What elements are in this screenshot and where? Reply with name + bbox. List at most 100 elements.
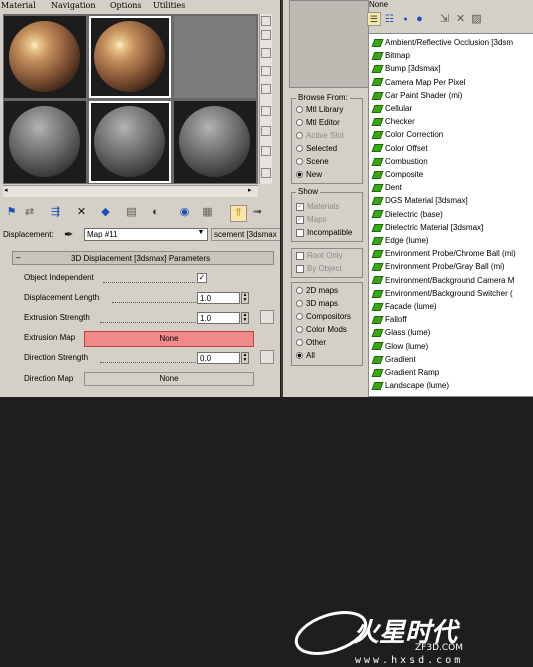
chevron-down-icon[interactable]: ▼ — [196, 229, 206, 239]
scroll-right-icon[interactable]: ▸ — [248, 187, 256, 195]
make-preview-button[interactable] — [261, 106, 271, 116]
view-list-icon[interactable]: ☰ — [367, 12, 381, 26]
list-item[interactable]: Environment/Background Switcher ( — [371, 287, 513, 300]
extrusion-strength-field[interactable]: 1.0 — [197, 312, 240, 324]
menu-utilities[interactable]: Utilities — [153, 1, 185, 10]
list-item[interactable]: Falloff — [371, 313, 407, 326]
background-button[interactable] — [261, 48, 271, 58]
browse-new-radio[interactable]: New — [296, 170, 322, 179]
list-item[interactable]: Facade (lume) — [371, 300, 437, 313]
delete-from-library-icon[interactable]: ✕ — [453, 12, 468, 27]
list-item[interactable]: Landscape (lume) — [371, 379, 449, 392]
direction-strength-field[interactable]: 0.0 — [197, 352, 240, 364]
backlight-button[interactable] — [261, 30, 271, 40]
eyedropper-icon[interactable]: ✒ — [64, 228, 73, 241]
list-item[interactable]: Environment Probe/Chrome Ball (mi) — [371, 247, 516, 260]
list-item[interactable]: Glow (lume) — [371, 340, 428, 353]
update-scene-icon[interactable]: ⇲ — [437, 12, 452, 27]
list-item[interactable]: Gradient — [371, 353, 416, 366]
filter-all-radio[interactable]: All — [296, 351, 315, 360]
list-item[interactable]: Color Offset — [371, 142, 428, 155]
list-item[interactable]: Ambient/Reflective Occlusion [3dsm — [371, 36, 513, 49]
direction-strength-map-button[interactable] — [260, 350, 274, 364]
list-item[interactable]: Gradient Ramp — [371, 366, 439, 379]
select-by-material-button[interactable] — [261, 146, 271, 156]
list-item[interactable]: Camera Map Per Pixel — [371, 76, 465, 89]
filter-compositors-radio[interactable]: Compositors — [296, 312, 351, 321]
sample-slot-1[interactable] — [4, 16, 86, 98]
slot-scrollbar[interactable]: ◂ ▸ — [3, 185, 258, 197]
show-map-icon[interactable]: ◉ — [177, 205, 192, 220]
sample-sphere — [179, 106, 250, 177]
material-navigator-button[interactable] — [261, 168, 271, 178]
clear-library-icon[interactable]: ▨ — [469, 12, 484, 27]
menu-material[interactable]: Material — [1, 1, 36, 10]
put-library-icon[interactable]: ▤ — [124, 205, 139, 220]
delete-icon[interactable]: ✕ — [74, 205, 89, 220]
assign-icon[interactable]: ⇶ — [48, 205, 63, 220]
list-item[interactable]: DGS Material [3dsmax] — [371, 194, 468, 207]
list-item[interactable]: Bump [3dsmax] — [371, 62, 441, 75]
extrusion-map-button[interactable]: None — [84, 331, 254, 347]
view-list-icons-icon[interactable]: ☷ — [382, 12, 397, 27]
list-item[interactable]: Car Paint Shader (mi) — [371, 89, 462, 102]
material-id-icon[interactable]: ◐ — [148, 205, 163, 220]
browse-scene-radio[interactable]: Scene — [296, 157, 329, 166]
filter-other-radio[interactable]: Other — [296, 338, 326, 347]
displacement-length-field[interactable]: 1.0 — [197, 292, 240, 304]
extrusion-strength-map-button[interactable] — [260, 310, 274, 324]
browse-mtl-editor-radio[interactable]: Mtl Editor — [296, 118, 340, 127]
filter-color-mods-radio[interactable]: Color Mods — [296, 325, 347, 334]
video-check-button[interactable] — [261, 84, 271, 94]
direction-strength-spinner[interactable]: ▲ ▼ — [241, 352, 249, 364]
browse-from-group: Browse From: Mtl Library Mtl Editor Acti… — [291, 93, 363, 184]
list-item[interactable]: Environment Probe/Gray Ball (mi) — [371, 260, 505, 273]
list-item[interactable]: Dent — [371, 181, 402, 194]
list-item[interactable]: Color Correction — [371, 128, 443, 141]
map-type-icon — [371, 144, 384, 153]
map-name-field[interactable]: Map #11 — [84, 228, 208, 241]
list-item[interactable]: Checker — [371, 115, 415, 128]
menu-navigation[interactable]: Navigation — [51, 1, 95, 10]
list-item-label: Edge (lume) — [385, 236, 429, 245]
show-incompatible-checkbox[interactable]: Incompatible — [296, 228, 352, 237]
displacement-length-spinner[interactable]: ▲ ▼ — [241, 292, 249, 304]
go-to-parent-icon[interactable]: ⇑ — [230, 205, 247, 222]
direction-map-button[interactable]: None — [84, 372, 254, 386]
rollout-collapse-icon[interactable]: – — [16, 253, 20, 262]
map-type-button[interactable]: scement [3dsmax — [211, 228, 280, 241]
filter-3d-maps-radio[interactable]: 3D maps — [296, 299, 338, 308]
browse-mtl-library-radio[interactable]: Mtl Library — [296, 105, 343, 114]
put-material-icon[interactable]: ⇄ — [22, 205, 37, 220]
extrusion-strength-spinner[interactable]: ▲ ▼ — [241, 312, 249, 324]
list-item[interactable]: Dielectric Material [3dsmax] — [371, 221, 483, 234]
rollout-header[interactable]: – 3D Displacement [3dsmax] Parameters — [12, 251, 274, 265]
sample-slot-6[interactable] — [174, 101, 256, 183]
sample-slot-5[interactable] — [89, 101, 171, 183]
make-unique-icon[interactable]: ◆ — [98, 205, 113, 220]
list-item[interactable]: Composite — [371, 168, 423, 181]
options-button[interactable] — [261, 126, 271, 136]
menu-options[interactable]: Options — [110, 1, 142, 10]
view-large-icons-icon[interactable]: ● — [412, 12, 427, 27]
list-item[interactable]: Edge (lume) — [371, 234, 429, 247]
view-small-icons-icon[interactable]: ● — [398, 12, 413, 27]
list-item[interactable]: Dielectric (base) — [371, 208, 443, 221]
show-end-result-icon[interactable]: ▦ — [200, 205, 215, 220]
sample-slot-3[interactable] — [174, 16, 256, 98]
scroll-left-icon[interactable]: ◂ — [4, 187, 12, 195]
get-material-icon[interactable]: ⚑ — [4, 205, 19, 220]
browse-selected-radio[interactable]: Selected — [296, 144, 337, 153]
object-independent-checkbox[interactable]: ✓ — [197, 273, 207, 283]
list-item[interactable]: Bitmap — [371, 49, 410, 62]
sample-slot-4[interactable] — [4, 101, 86, 183]
sample-slot-2[interactable] — [89, 16, 171, 98]
filter-2d-maps-radio[interactable]: 2D maps — [296, 286, 338, 295]
list-item[interactable]: Glass (lume) — [371, 326, 430, 339]
go-sibling-icon[interactable]: ➟ — [250, 205, 265, 220]
sample-uv-button[interactable] — [261, 66, 271, 76]
sample-type-button[interactable] — [261, 16, 271, 26]
list-item[interactable]: Cellular — [371, 102, 412, 115]
list-item[interactable]: Combustion — [371, 155, 428, 168]
list-item[interactable]: Environment/Background Camera M — [371, 274, 514, 287]
